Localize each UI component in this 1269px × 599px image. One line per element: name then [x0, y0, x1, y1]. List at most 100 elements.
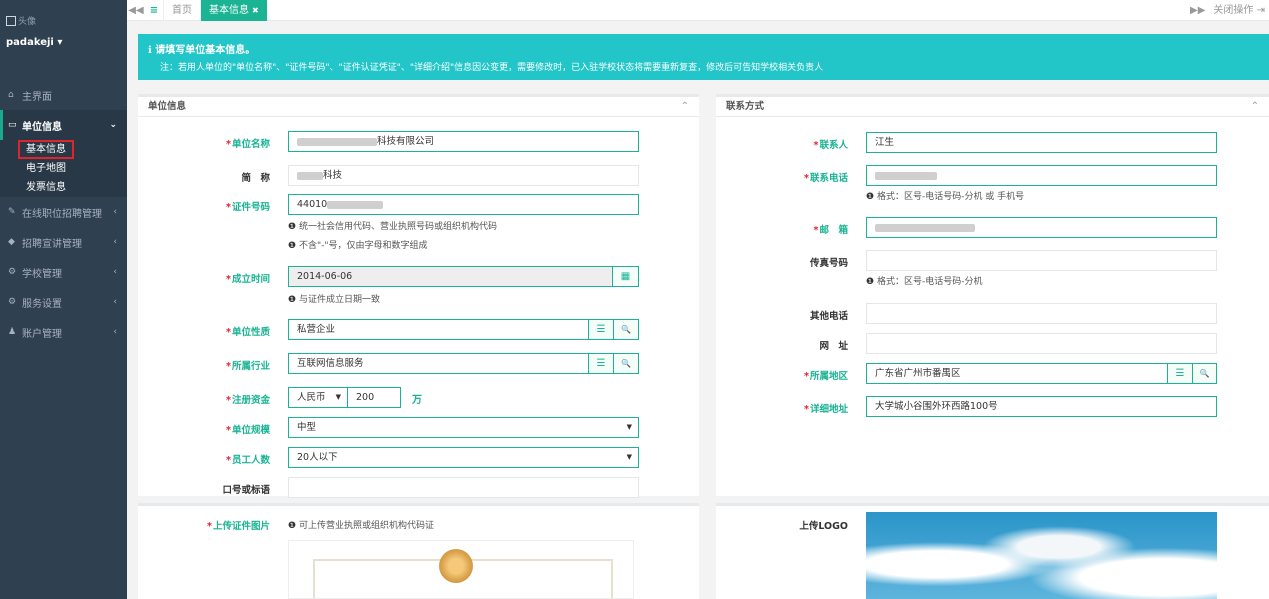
- home-icon: ⌂: [8, 90, 14, 100]
- nature-field[interactable]: 私营企业: [288, 319, 589, 340]
- founded-date-field[interactable]: 2014-06-06: [288, 266, 613, 287]
- industry-field[interactable]: 互联网信息服务: [288, 353, 589, 374]
- list-icon[interactable]: ☰: [588, 353, 614, 374]
- region-label: 所属地区: [778, 368, 848, 382]
- avatar: 头像: [6, 14, 121, 27]
- sidebar-item-account[interactable]: ♟ 账户管理 ‹: [0, 317, 127, 347]
- cert-upload-label: 上传证件图片: [190, 518, 270, 532]
- chevron-down-icon: ⌄: [109, 120, 117, 130]
- info-alert: ℹ 请填写单位基本信息。 注：若用人单位的"单位名称"、"证件号码"、"证件认证…: [138, 34, 1269, 80]
- chevron-left-icon: ‹: [113, 327, 117, 337]
- collapse-chevron-icon[interactable]: ⌃: [681, 97, 689, 117]
- list-icon[interactable]: ☰: [588, 319, 614, 340]
- tab-bar: ◀◀ ≡ 首页 基本信息 ✖ ▶▶ 关闭操作 ⇥: [127, 0, 1269, 21]
- search-icon[interactable]: 🔍: [613, 319, 639, 340]
- tab-basic-info[interactable]: 基本信息 ✖: [200, 0, 267, 21]
- alert-title: 请填写单位基本信息。: [155, 45, 256, 56]
- sidebar-nav: ⌂ 主界面 ▭ 单位信息 ⌄ 基本信息 电子地图 发票信息 ✎ 在线职位招聘管理 ‹ ◆ 招…: [0, 80, 127, 347]
- short-name-field[interactable]: 科技: [288, 165, 639, 186]
- address-label: 详细地址: [778, 401, 848, 415]
- info-icon: ❶: [866, 192, 875, 202]
- sidebar: 头像 padakeji ▾ ⌂ 主界面 ▭ 单位信息 ⌄ 基本信息 电子地图 发票信息…: [0, 0, 127, 599]
- website-field[interactable]: [866, 333, 1217, 354]
- logo-upload-label: 上传LOGO: [799, 521, 848, 532]
- fax-hint: ❶ 格式：区号-电话号码-分机: [866, 277, 983, 287]
- scale-label: 单位规模: [200, 422, 270, 436]
- search-icon[interactable]: 🔍: [1192, 363, 1217, 384]
- capital-unit: 万: [412, 395, 422, 406]
- calendar-icon[interactable]: ▦: [612, 266, 639, 287]
- sidebar-item-home[interactable]: ⌂ 主界面: [0, 80, 127, 110]
- sidebar-item-schools[interactable]: ⚙ 学校管理 ‹: [0, 257, 127, 287]
- cert-hint-2: ❶ 不含"-"号，仅由字母和数字组成: [288, 241, 428, 251]
- scale-select[interactable]: 中型: [288, 417, 639, 438]
- website-label: 网 址: [819, 341, 848, 352]
- capital-label: 注册资金: [200, 392, 270, 406]
- info-icon: ❶: [288, 222, 297, 232]
- nature-label: 单位性质: [200, 324, 270, 338]
- info-icon: ❶: [288, 295, 297, 305]
- sidebar-subitem-basic-info[interactable]: 基本信息: [0, 140, 127, 159]
- sidebar-subitem-invoice[interactable]: 发票信息: [0, 178, 127, 197]
- caret-down-icon: ▾: [57, 37, 63, 48]
- menu-toggle-icon[interactable]: ≡: [145, 5, 163, 16]
- phone-label: 联系电话: [778, 170, 848, 184]
- search-icon[interactable]: 🔍: [613, 353, 639, 374]
- collapse-chevron-icon[interactable]: ⌃: [1251, 97, 1259, 117]
- cert-hint-1: ❶ 统一社会信用代码、营业执照号码或组织机构代码: [288, 222, 497, 232]
- founded-hint: ❶ 与证件成立日期一致: [288, 295, 380, 305]
- sidebar-item-services[interactable]: ⚙ 服务设置 ‹: [0, 287, 127, 317]
- cert-image-preview[interactable]: [288, 540, 634, 599]
- panel-title: 单位信息: [148, 101, 187, 112]
- currency-select[interactable]: 人民币: [288, 387, 348, 408]
- industry-label: 所属行业: [200, 358, 270, 372]
- staff-label: 员工人数: [200, 452, 270, 466]
- tag-icon: ◆: [8, 237, 15, 247]
- scroll-left-button[interactable]: ◀◀: [127, 5, 145, 16]
- sidebar-subnav: 基本信息 电子地图 发票信息: [0, 140, 127, 197]
- fax-field[interactable]: [866, 250, 1217, 271]
- alert-note: 注：若用人单位的"单位名称"、"证件号码"、"证件认证凭证"、"详细介绍"信息因…: [160, 63, 824, 73]
- tab-home[interactable]: 首页: [163, 0, 200, 21]
- staff-select[interactable]: 20人以下: [288, 447, 639, 468]
- cert-upload-hint: ❶ 可上传营业执照或组织机构代码证: [288, 521, 434, 531]
- panel-title: 联系方式: [726, 101, 765, 112]
- close-ops-button[interactable]: 关闭操作 ⇥: [1213, 0, 1265, 21]
- info-icon: ℹ: [148, 45, 152, 56]
- slogan-label: 口号或标语: [222, 485, 270, 496]
- user-menu[interactable]: padakeji ▾: [6, 37, 121, 48]
- region-field[interactable]: 广东省广州市番禺区: [866, 363, 1169, 384]
- sidebar-item-unit-info[interactable]: ▭ 单位信息 ⌄: [0, 110, 127, 140]
- short-name-label: 简 称: [241, 173, 270, 184]
- chevron-left-icon: ‹: [113, 297, 117, 307]
- list-icon[interactable]: ☰: [1167, 363, 1193, 384]
- sidebar-subitem-map[interactable]: 电子地图: [0, 159, 127, 178]
- logo-image-preview[interactable]: [866, 512, 1217, 599]
- fax-label: 传真号码: [809, 258, 848, 269]
- scroll-right-button[interactable]: ▶▶: [1190, 0, 1205, 21]
- chevron-left-icon: ‹: [113, 237, 117, 247]
- other-phone-label: 其他电话: [809, 311, 848, 322]
- email-label: 邮 箱: [778, 222, 848, 236]
- monitor-icon: ▭: [8, 120, 17, 130]
- slogan-field[interactable]: [288, 477, 639, 498]
- megaphone-icon: ✎: [8, 207, 16, 217]
- unit-name-label: 单位名称: [200, 136, 270, 150]
- unit-name-field[interactable]: 科技有限公司: [288, 131, 639, 152]
- email-field[interactable]: [866, 217, 1217, 238]
- contact-panel: 联系方式 ⌃: [716, 94, 1269, 496]
- chevron-left-icon: ‹: [113, 207, 117, 217]
- other-phone-field[interactable]: [866, 303, 1217, 324]
- emblem-image: [439, 549, 473, 583]
- phone-hint: ❶ 格式：区号-电话号码-分机 或 手机号: [866, 192, 1025, 202]
- close-tab-icon[interactable]: ✖: [252, 6, 259, 15]
- cert-number-field[interactable]: 44010: [288, 194, 639, 215]
- contact-person-field[interactable]: 江生: [866, 132, 1217, 153]
- capital-amount-field[interactable]: 200: [347, 387, 401, 408]
- sidebar-item-jobs[interactable]: ✎ 在线职位招聘管理 ‹: [0, 197, 127, 227]
- phone-field[interactable]: [866, 165, 1217, 186]
- sidebar-item-seminars[interactable]: ◆ 招聘宣讲管理 ‹: [0, 227, 127, 257]
- address-field[interactable]: 大学城小谷围外环西路100号: [866, 396, 1217, 417]
- info-icon: ❶: [288, 521, 297, 531]
- cogs-icon: ⚙: [8, 267, 17, 277]
